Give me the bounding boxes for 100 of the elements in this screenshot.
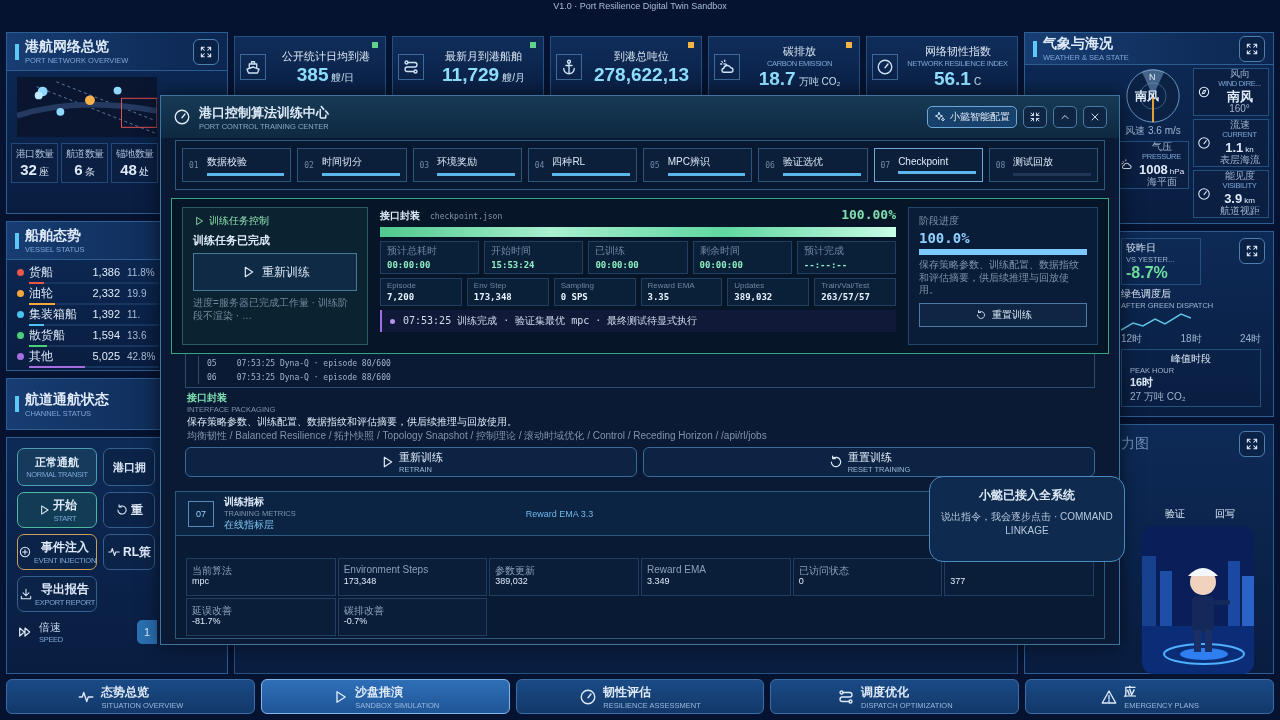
step-label: 验证选优 bbox=[782, 154, 824, 169]
close-button[interactable] bbox=[1083, 106, 1107, 128]
action-button[interactable]: 重 bbox=[103, 492, 155, 528]
tile-label: 气压 bbox=[1150, 142, 1173, 153]
cell-label: 开始时间 bbox=[491, 244, 533, 258]
line-number: 05 bbox=[207, 358, 217, 368]
cell-label: Train/Val/Test bbox=[821, 281, 871, 290]
vessel-count: 1,594 bbox=[91, 329, 120, 341]
expand-icon bbox=[1245, 41, 1259, 56]
vessel-count: 2,332 bbox=[91, 287, 120, 299]
dialog-title: 港口控制算法训练中心 bbox=[199, 103, 330, 122]
vessel-share: 42.8% bbox=[127, 350, 157, 362]
cell-label: Env Step bbox=[473, 281, 508, 290]
gauge-icon bbox=[1197, 187, 1211, 201]
axis-label: 24时 bbox=[1239, 332, 1261, 346]
panel-title: 力图 bbox=[1121, 435, 1149, 453]
cell-label: Episode bbox=[387, 281, 417, 290]
axis-label: 12时 bbox=[1121, 332, 1143, 346]
file-name: checkpoint.json bbox=[430, 212, 504, 221]
kpi-title: 到港总吨位 bbox=[613, 48, 670, 64]
tile-note: 航道视距 bbox=[1218, 206, 1261, 217]
cell-value: --:--:-- bbox=[803, 260, 849, 270]
vessel-count: 5,025 bbox=[91, 350, 120, 362]
cell-label: 参数更新 bbox=[495, 564, 537, 576]
vessel-name: 油轮 bbox=[29, 284, 54, 302]
gauge-icon bbox=[579, 687, 598, 706]
panel-title: 船舶态势 bbox=[25, 227, 81, 245]
step-number: 01 bbox=[189, 160, 199, 170]
collapse-button[interactable] bbox=[1023, 106, 1047, 128]
expand-button[interactable] bbox=[1239, 238, 1265, 264]
cell-label: Reward EMA bbox=[647, 281, 696, 290]
expand-icon bbox=[1245, 437, 1259, 451]
step-card[interactable]: 06 验证选优 bbox=[758, 148, 868, 182]
cell-value: 377 bbox=[950, 576, 967, 586]
stage-name: 接口封装 bbox=[380, 209, 420, 223]
accent-bar bbox=[15, 232, 19, 249]
expand-button[interactable] bbox=[193, 38, 219, 65]
sparkle-icon bbox=[934, 111, 946, 123]
cloud-sun-icon bbox=[718, 58, 736, 76]
kpi-title: 最新月到港船舶 bbox=[444, 48, 523, 64]
step-card[interactable]: 02 时间切分 bbox=[297, 148, 407, 182]
reset-icon bbox=[115, 503, 129, 517]
step-card[interactable]: 05 MPC辨识 bbox=[643, 148, 753, 182]
step-number: 07 bbox=[880, 160, 891, 170]
peak-value: 16时 bbox=[1130, 375, 1155, 390]
step-number: 06 bbox=[765, 160, 775, 170]
speed-button[interactable]: 1 bbox=[137, 620, 157, 644]
layer-label: 在线指标层 bbox=[224, 518, 275, 532]
bullet-icon bbox=[390, 318, 395, 324]
step-number: 03 bbox=[419, 160, 430, 170]
phase-note: 保存策略参数、训练配置、数据指纹和评估摘要，供后续推理与回放使用。 bbox=[919, 259, 1080, 297]
gauge-icon bbox=[173, 108, 191, 126]
cell-value: 00:00:00 bbox=[595, 260, 640, 270]
axis-label: 18时 bbox=[1180, 332, 1202, 346]
step-label: 环境奖励 bbox=[437, 154, 479, 169]
step-card[interactable]: 08 测试回放 bbox=[988, 148, 1098, 182]
peak-note: 27 万吨 CO₂ bbox=[1130, 390, 1187, 404]
step-card[interactable]: 07 Checkpoint bbox=[873, 148, 983, 182]
kpi-value: 56.1 bbox=[933, 68, 971, 89]
vessel-name: 货船 bbox=[29, 263, 54, 281]
kpi-title: 公开统计日均到港 bbox=[280, 48, 371, 64]
tile-value: 3.9 bbox=[1224, 190, 1243, 206]
cell-label: 延误改善 bbox=[192, 604, 233, 616]
fast-forward-icon bbox=[17, 624, 33, 640]
cell-value: 3.35 bbox=[647, 292, 671, 302]
log-text: 07:53:25 Dyna-Q · episode 80/600 bbox=[236, 358, 391, 368]
vessel-name: 散货船 bbox=[29, 326, 66, 344]
vessel-share: 13.6 bbox=[127, 329, 148, 341]
cell-label: Environment Steps bbox=[343, 564, 430, 576]
accent-bar bbox=[15, 396, 19, 412]
vessel-share: 11. bbox=[127, 308, 142, 320]
kpi-value: 11,729 bbox=[442, 63, 500, 85]
cell-value: 0 bbox=[798, 576, 805, 586]
expand-button[interactable] bbox=[1239, 35, 1265, 62]
collapse-up-button[interactable] bbox=[1053, 106, 1077, 128]
close-icon bbox=[1089, 111, 1101, 123]
cell-label: 当前算法 bbox=[192, 564, 233, 576]
stat-unit: 座 bbox=[38, 166, 49, 177]
reset-button[interactable]: 重置训练 bbox=[919, 302, 1087, 327]
step-number: 04 bbox=[534, 160, 545, 170]
stat-value: 6 bbox=[74, 161, 83, 178]
retrain-button[interactable]: 重新训练 bbox=[193, 253, 357, 291]
step-card[interactable]: 01 数据校验 bbox=[182, 148, 292, 182]
play-icon bbox=[193, 215, 205, 227]
expand-button[interactable] bbox=[1239, 431, 1265, 457]
bubble-title: 小懿已接入全系统 bbox=[978, 487, 1076, 504]
assist-button[interactable]: 小懿智能配置 bbox=[927, 106, 1017, 128]
cell-value: 263/57/57 bbox=[821, 292, 871, 302]
cell-value: 7,200 bbox=[387, 292, 416, 302]
action-button[interactable]: RL策 bbox=[103, 534, 155, 570]
stat-label: 较昨日 bbox=[1126, 241, 1157, 255]
note-text: 进度=服务器已完成工作量 · 训练阶段不渲染 · … bbox=[193, 297, 349, 322]
step-label: 时间切分 bbox=[321, 154, 363, 169]
step-card[interactable]: 03 环境奖励 bbox=[412, 148, 522, 182]
phase-value: 100.0% bbox=[919, 230, 971, 246]
kpi-unit: 艘/月 bbox=[502, 71, 525, 83]
tile-note: 海平面 bbox=[1145, 177, 1178, 188]
scenario-button[interactable]: 港口拥 bbox=[103, 448, 155, 486]
step-card[interactable]: 04 四种RL bbox=[527, 148, 637, 182]
compass-north: N bbox=[1149, 72, 1156, 82]
